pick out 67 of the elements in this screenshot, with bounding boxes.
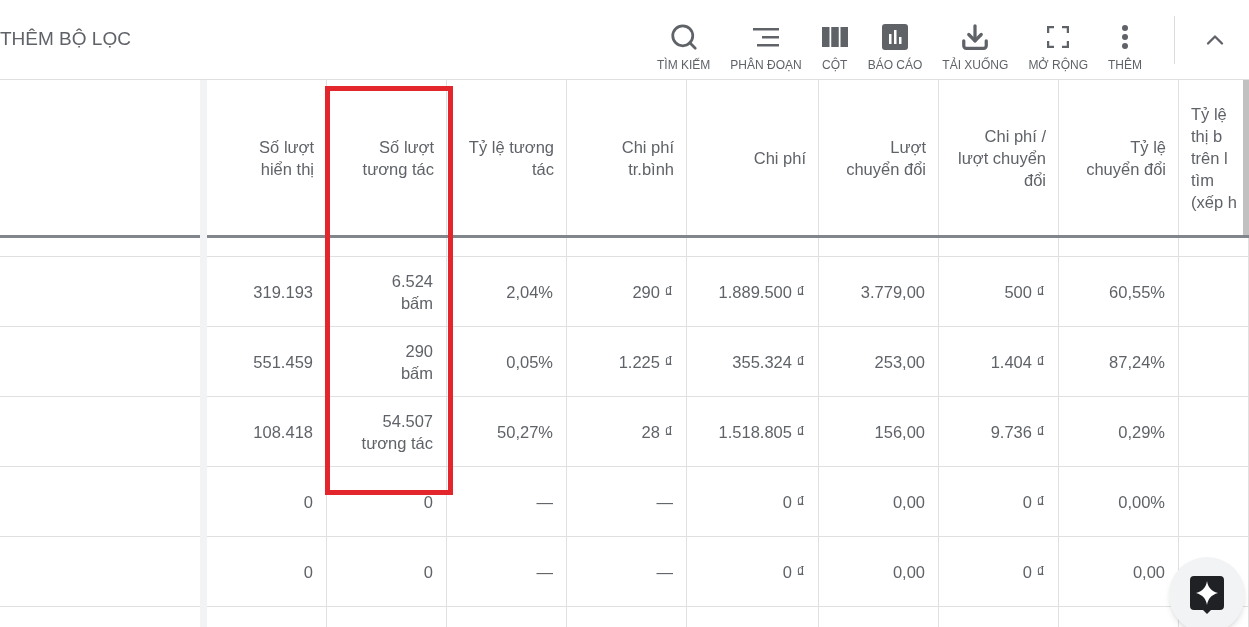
table-cell-text: 253,00 (874, 351, 925, 373)
table-cell-text: — (536, 491, 553, 513)
toolbar-button[interactable]: BÁO CÁO (857, 21, 933, 74)
table-cell-text: 0,29% (1118, 421, 1165, 443)
toolbar-button[interactable]: MỞ RỘNG (1018, 21, 1098, 74)
assistant-button[interactable] (1169, 557, 1245, 627)
sparkle-icon (1190, 576, 1224, 614)
search-icon (668, 21, 699, 52)
table-cell-text: 9.736 ₫ (990, 421, 1045, 443)
fullscreen-icon (1047, 25, 1070, 48)
toolbar-button[interactable]: THÊM (1098, 21, 1152, 74)
table-cell-text: 28 ₫ (641, 421, 673, 443)
table-cell-text: 319.193 (253, 281, 313, 303)
table-cell-text: 87,24% (1109, 351, 1165, 373)
column-header[interactable]: Số lượt hiển thị (207, 80, 327, 235)
table-cell-text: 290 bấm (400, 340, 433, 384)
table-cell-text: 0,00 (892, 561, 925, 583)
table-cell-text: 0,00 (1132, 561, 1165, 583)
table-cell-text: 60,55% (1109, 281, 1165, 303)
column-header[interactable]: Tỷ lệ tương tác (447, 80, 567, 235)
table-cell-text: — (656, 561, 673, 583)
table-cell-text: 6.524 bấm (391, 270, 433, 314)
table-cell-text: — (656, 491, 673, 513)
table-cell-text: 0,00 (892, 491, 925, 513)
table-cell-text: 1.404 ₫ (990, 351, 1045, 373)
column-header[interactable]: Chi phí (687, 80, 819, 235)
table-cell-text: 290 ₫ (632, 281, 673, 303)
table-cell-text: 551.459 (253, 351, 313, 373)
table-cell-text: 54.507 tương tác (361, 410, 433, 454)
bar-chart-icon (882, 23, 908, 50)
table-cell-text: 3.779,00 (860, 281, 925, 303)
table-cell-text: 1.518.805 ₫ (718, 421, 805, 443)
more-icon (1122, 24, 1128, 49)
table-cell-text: 0 ₫ (1022, 561, 1045, 583)
table-cell-text: 0 (423, 491, 433, 513)
table-cell-text: 0 (303, 561, 313, 583)
table-cell-text: 0,05% (506, 351, 553, 373)
table-cell-text: 50,27% (497, 421, 553, 443)
table-cell-text: 0 (303, 491, 313, 513)
table-cell-text: 0,00% (1118, 491, 1165, 513)
columns-icon (821, 26, 848, 47)
table-cell-text: 0 ₫ (782, 491, 805, 513)
download-icon (960, 21, 991, 52)
column-header[interactable]: Tỷ lệ thị b trên l tìm (xếp h (1179, 80, 1243, 235)
lines-icon (753, 26, 779, 47)
table-cell-text: 1.889.500 ₫ (718, 281, 805, 303)
column-header[interactable]: Chi phí / lượt chuyển đổi (939, 80, 1059, 235)
column-header[interactable]: Số lượt tương tác (327, 80, 447, 235)
column-header[interactable]: Chi phí tr.bình (567, 80, 687, 235)
table-cell-text: 108.418 (253, 421, 313, 443)
table-cell-text: 0 (423, 561, 433, 583)
add-filter-label[interactable]: THÊM BỘ LỌC (0, 25, 131, 54)
toolbar-button[interactable]: TẢI XUỐNG (932, 21, 1019, 74)
table-cell-text: 0 ₫ (782, 561, 805, 583)
table-cell-text: — (536, 561, 553, 583)
toolbar-button[interactable]: TÌM KIẾM (647, 21, 721, 74)
column-header[interactable]: Lượt chuyển đổi (819, 80, 939, 235)
toolbar-button[interactable]: PHÂN ĐOẠN (720, 21, 812, 74)
table-cell-text: 1.225 ₫ (618, 351, 673, 373)
toolbar-button[interactable]: CỘT (811, 21, 858, 74)
column-header[interactable]: Tỷ lệ chuyển đổi (1059, 80, 1179, 235)
table-cell-text: 2,04% (506, 281, 553, 303)
table-cell-text: 0 ₫ (1022, 491, 1045, 513)
table-cell-text: 355.324 ₫ (732, 351, 805, 373)
table-cell-text: 500 ₫ (1004, 281, 1045, 303)
table-cell-text: 156,00 (874, 421, 925, 443)
scrollbar[interactable] (1243, 80, 1249, 235)
